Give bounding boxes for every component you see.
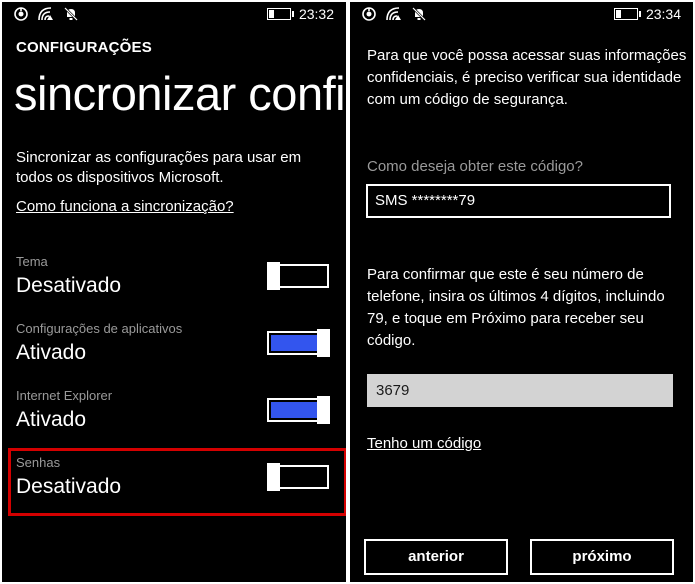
battery-icon xyxy=(613,8,641,20)
last-digits-input[interactable]: 3679 xyxy=(367,374,673,407)
setting-label: Internet Explorer xyxy=(16,388,113,403)
identity-verification-screen: 23:34 Para que você possa acessar suas i… xyxy=(350,2,693,582)
setting-theme: Tema Desativado xyxy=(16,254,334,314)
setting-value: Desativado xyxy=(16,475,122,498)
setting-value: Ativado xyxy=(16,408,87,431)
clock: 23:34 xyxy=(645,6,681,22)
confirm-text: Para confirmar que este é seu número de … xyxy=(367,266,665,349)
battery-icon xyxy=(266,8,294,20)
wifi-icon xyxy=(386,7,402,21)
page-title: sincronizar configurações xyxy=(14,67,346,120)
theme-toggle[interactable] xyxy=(267,262,331,290)
setting-internet-explorer: Internet Explorer Ativado xyxy=(16,388,334,448)
passwords-toggle[interactable] xyxy=(267,463,331,491)
setting-value: Desativado xyxy=(16,274,122,297)
internet-explorer-toggle[interactable] xyxy=(267,396,331,424)
app-title: CONFIGURAÇÕES xyxy=(16,39,152,56)
clock: 23:32 xyxy=(298,6,334,22)
code-method-select[interactable]: SMS ********79 xyxy=(366,184,671,218)
signal-icon xyxy=(14,7,28,21)
intro-text: Para que você possa acessar suas informa… xyxy=(367,47,687,108)
method-label: Como deseja obter este código? xyxy=(367,158,583,175)
setting-label: Tema xyxy=(16,254,48,269)
status-bar: 23:34 xyxy=(350,2,693,28)
setting-passwords: Senhas Desativado xyxy=(16,455,334,515)
setting-value: Ativado xyxy=(16,341,87,364)
sync-settings-screen: 23:32 CONFIGURAÇÕES sincronizar configur… xyxy=(2,2,346,582)
next-button[interactable]: próximo xyxy=(530,539,674,575)
status-bar: 23:32 xyxy=(2,2,346,28)
how-sync-works-link[interactable]: Como funciona a sincronização? xyxy=(16,198,234,215)
bell-off-icon xyxy=(412,7,426,21)
have-code-link[interactable]: Tenho um código xyxy=(367,435,481,452)
signal-icon xyxy=(362,7,376,21)
setting-label: Senhas xyxy=(16,455,61,470)
bell-off-icon xyxy=(64,7,78,21)
sync-description: Sincronizar as configurações para usar e… xyxy=(16,149,302,186)
back-button[interactable]: anterior xyxy=(364,539,508,575)
app-settings-toggle[interactable] xyxy=(267,329,331,357)
wifi-icon xyxy=(38,7,54,21)
setting-label: Configurações de aplicativos xyxy=(16,321,183,336)
setting-app-settings: Configurações de aplicativos Ativado xyxy=(16,321,334,381)
